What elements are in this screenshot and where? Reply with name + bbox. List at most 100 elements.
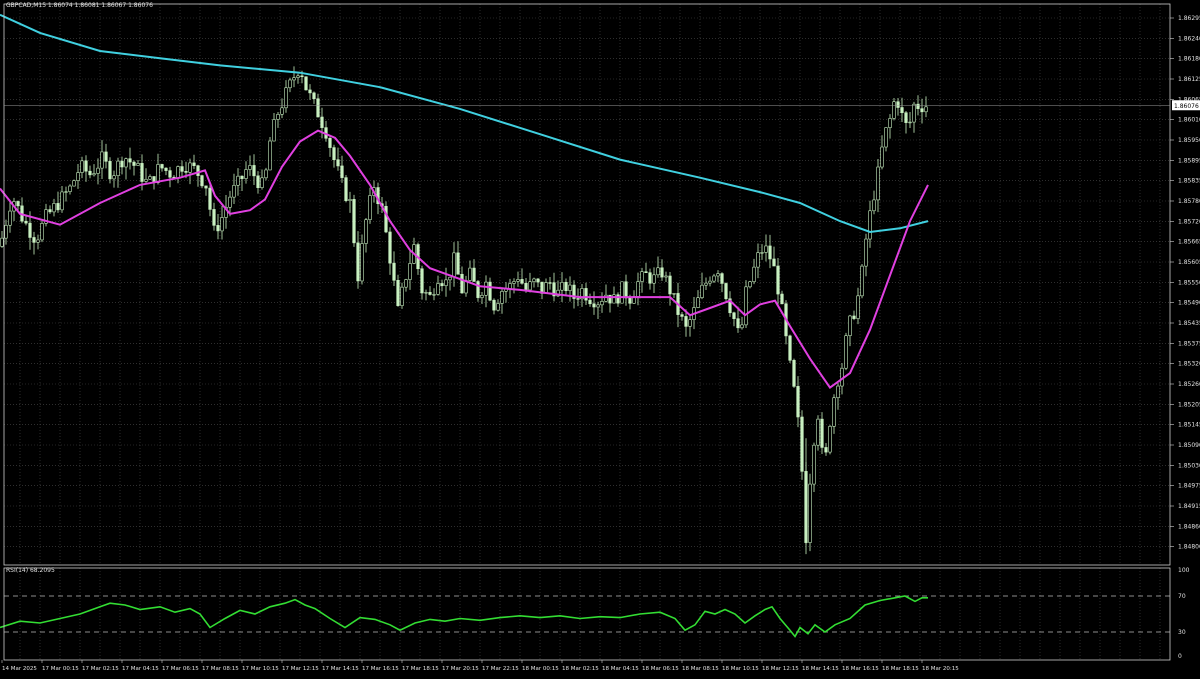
time-axis-label: 17 Mar 00:15 — [42, 666, 79, 672]
candle-body — [892, 101, 896, 119]
price-axis-label: 1.85550 — [1178, 279, 1200, 286]
candle-body — [432, 294, 436, 296]
price-axis-label: 1.84975 — [1178, 483, 1200, 490]
candle-body — [240, 175, 244, 179]
candle-body — [852, 315, 856, 319]
price-axis-label: 1.85260 — [1178, 381, 1200, 388]
current-price-label: 1.86076 — [1174, 103, 1199, 110]
candle — [788, 334, 792, 363]
time-axis-label: 17 Mar 06:15 — [162, 666, 199, 672]
candle-body — [472, 267, 476, 282]
candle — [304, 76, 308, 91]
candle — [744, 280, 748, 328]
candle-body — [388, 231, 392, 264]
time-axis-label: 17 Mar 18:15 — [402, 666, 439, 672]
candle-body — [532, 278, 536, 282]
candle-body — [184, 171, 188, 173]
candle-body — [104, 151, 108, 162]
candle-body — [364, 219, 368, 244]
price-axis-label: 1.86240 — [1178, 35, 1200, 42]
time-axis-label: 18 Mar 10:15 — [722, 666, 759, 672]
candle-body — [576, 298, 580, 300]
candle-body — [500, 291, 504, 304]
rsi-header: RSI(14) 68.2095 — [6, 567, 55, 574]
price-axis-label: 1.85720 — [1178, 218, 1200, 225]
candle-body — [196, 165, 200, 176]
candle-body — [128, 158, 132, 163]
price-axis-label: 1.84915 — [1178, 503, 1200, 510]
candle-body — [640, 271, 644, 282]
candle-body — [456, 252, 460, 275]
candle-body — [636, 281, 640, 297]
candle-body — [144, 178, 148, 182]
candle-body — [732, 312, 736, 319]
candle-body — [624, 281, 628, 299]
candle-body — [216, 225, 220, 232]
candle-body — [88, 170, 92, 176]
candle-body — [924, 106, 928, 113]
candle-body — [36, 239, 40, 243]
candle-body — [588, 299, 592, 305]
candle — [72, 179, 76, 187]
candle-body — [208, 187, 212, 210]
price-axis-label: 1.86125 — [1178, 76, 1200, 83]
chart-window[interactable]: 1.862951.862401.861801.861251.860651.860… — [0, 0, 1200, 675]
chart-canvas[interactable]: 1.862951.862401.861801.861251.860651.860… — [0, 0, 1200, 675]
candle-body — [592, 303, 596, 308]
rsi-axis-label: 0 — [1178, 653, 1182, 660]
candle-body — [392, 262, 396, 281]
candle-body — [828, 426, 832, 453]
candle-body — [836, 385, 840, 399]
time-axis-label: 17 Mar 10:15 — [242, 666, 279, 672]
time-axis-label: 18 Mar 06:15 — [642, 666, 679, 672]
candle-body — [68, 185, 72, 192]
candle-body — [356, 242, 360, 282]
price-axis-label: 1.85665 — [1178, 239, 1200, 246]
candle-body — [76, 172, 80, 181]
candle-body — [648, 272, 652, 284]
candle-body — [440, 283, 444, 287]
candle-body — [568, 284, 572, 291]
candle-body — [148, 176, 152, 180]
candle-body — [616, 294, 620, 304]
candle-body — [884, 127, 888, 148]
candle-body — [64, 191, 68, 193]
candle-body — [920, 108, 924, 113]
candle-body — [428, 292, 432, 295]
candle-body — [312, 92, 316, 100]
candle-body — [264, 169, 268, 179]
candle-body — [404, 279, 408, 288]
candle-body — [684, 316, 688, 327]
candle — [40, 219, 44, 243]
candle-body — [328, 137, 332, 148]
candle-body — [460, 273, 464, 294]
candle-body — [880, 146, 884, 168]
candle-body — [596, 304, 600, 308]
candle-body — [296, 75, 300, 78]
candle-body — [832, 397, 836, 427]
candle-body — [56, 203, 60, 211]
candle-body — [396, 280, 400, 306]
candle — [860, 264, 864, 299]
price-axis-label: 1.86180 — [1178, 56, 1200, 63]
candle-body — [856, 295, 860, 319]
time-axis-label: 17 Mar 12:15 — [282, 666, 319, 672]
candle-body — [4, 224, 8, 239]
time-axis-label: 18 Mar 18:15 — [882, 666, 919, 672]
candle-body — [700, 284, 704, 298]
candle-body — [696, 297, 700, 308]
candle-body — [244, 169, 248, 179]
candle-body — [800, 416, 804, 472]
candle-body — [544, 282, 548, 294]
price-axis-label: 1.84860 — [1178, 523, 1200, 530]
candle-body — [744, 286, 748, 326]
candle-body — [236, 175, 240, 186]
candle-body — [524, 282, 528, 291]
candle-body — [848, 315, 852, 336]
candle-body — [112, 175, 116, 180]
time-axis-label: 17 Mar 08:15 — [202, 666, 239, 672]
candle — [828, 424, 832, 455]
candle-body — [688, 319, 692, 327]
price-axis-label: 1.86295 — [1178, 15, 1200, 22]
candle — [800, 410, 804, 480]
